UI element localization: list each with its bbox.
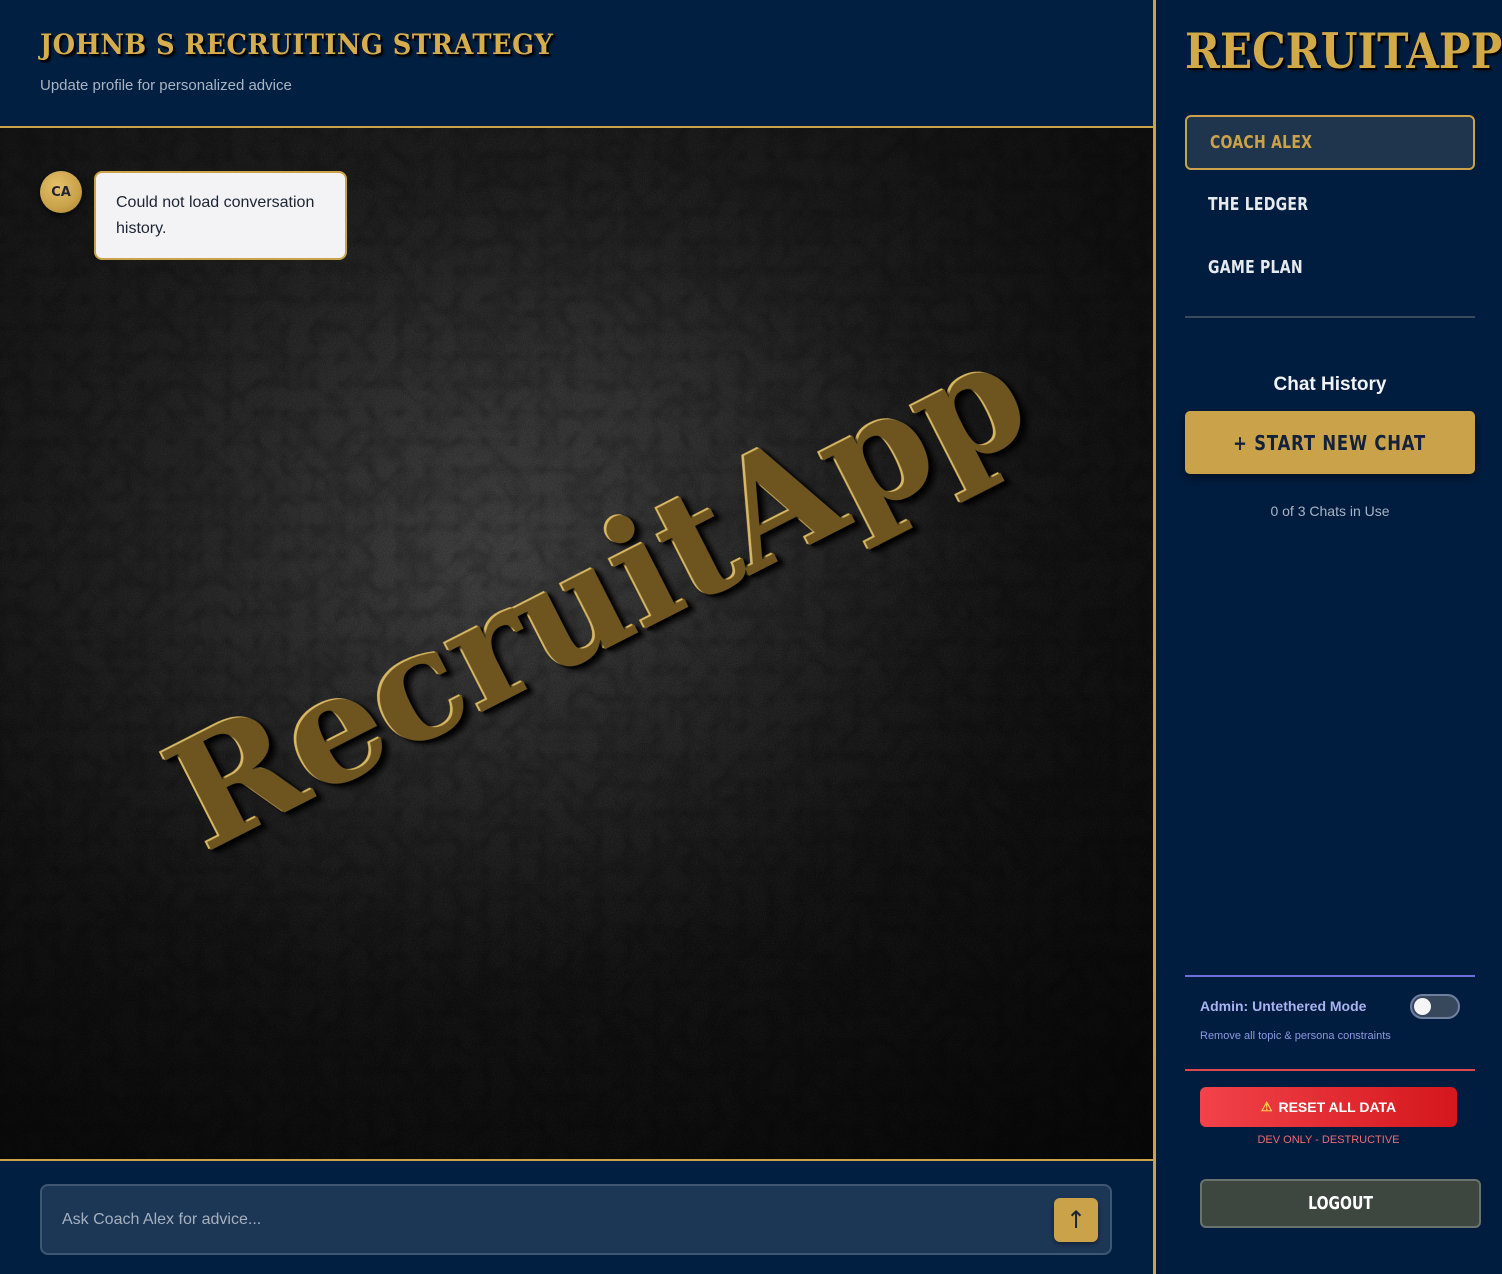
message-bubble: Could not load conversation history.	[94, 171, 347, 260]
page-subtitle[interactable]: Update profile for personalized advice	[40, 77, 292, 94]
message-row: CA Could not load conversation history.	[40, 171, 347, 260]
nav-item-label: COACH ALEX	[1210, 132, 1313, 153]
nav-item-label: GAME PLAN	[1208, 257, 1303, 278]
nav-item-coach-alex[interactable]: COACH ALEX	[1185, 115, 1475, 170]
page-title: JOHNB S RECRUITING STRATEGY	[40, 28, 554, 61]
logout-label: LOGOUT	[1308, 1193, 1373, 1214]
logout-button[interactable]: LOGOUT	[1200, 1179, 1481, 1228]
message-input[interactable]	[62, 1186, 1042, 1253]
send-button[interactable]: ↑	[1054, 1198, 1098, 1242]
admin-divider	[1185, 975, 1475, 977]
arrow-up-icon: ↑	[1065, 1206, 1087, 1234]
coach-avatar: CA	[40, 171, 82, 213]
chat-history-heading: Chat History	[1273, 374, 1387, 395]
start-new-chat-button[interactable]: + START NEW CHAT	[1185, 411, 1475, 474]
admin-mode-description: Remove all topic & persona constraints	[1200, 1030, 1391, 1042]
composer-bar: ↑	[0, 1159, 1153, 1274]
warning-icon: ⚠	[1260, 1099, 1273, 1114]
nav-item-game-plan[interactable]: GAME PLAN	[1185, 240, 1475, 295]
sidebar: RECRUITAPP COACH ALEX THE LEDGER GAME PL…	[1153, 0, 1502, 1274]
nav-divider	[1185, 316, 1475, 318]
start-new-chat-label: + START NEW CHAT	[1233, 430, 1427, 455]
danger-divider	[1185, 1069, 1475, 1071]
reset-label: RESET ALL DATA	[1278, 1099, 1397, 1115]
toggle-knob	[1414, 998, 1431, 1015]
chat-count: 0 of 3 Chats in Use	[1270, 503, 1390, 519]
brand-logo: RECRUITAPP	[1185, 22, 1502, 80]
composer: ↑	[40, 1184, 1112, 1255]
admin-mode-label: Admin: Untethered Mode	[1200, 998, 1367, 1014]
main-panel: JOHNB S RECRUITING STRATEGY Update profi…	[0, 0, 1153, 1274]
nav-item-the-ledger[interactable]: THE LEDGER	[1185, 177, 1475, 232]
untethered-mode-toggle[interactable]	[1410, 994, 1460, 1019]
nav-item-label: THE LEDGER	[1208, 194, 1309, 215]
chat-messages-area[interactable]: RecruitApp CA Could not load conversatio…	[0, 128, 1153, 1160]
chat-header: JOHNB S RECRUITING STRATEGY Update profi…	[0, 0, 1153, 128]
reset-warning-note: DEV ONLY - DESTRUCTIVE	[1257, 1134, 1400, 1146]
reset-all-data-button[interactable]: ⚠ RESET ALL DATA	[1200, 1087, 1457, 1127]
